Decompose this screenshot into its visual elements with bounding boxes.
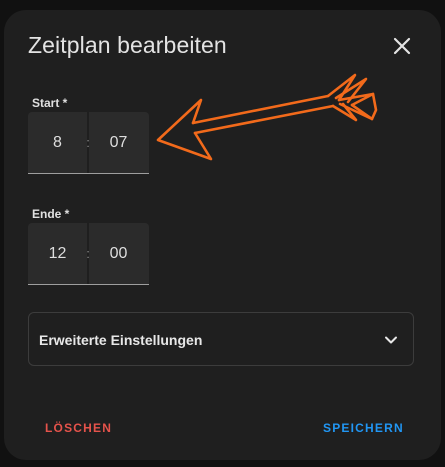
end-time-picker: 12 : 00 (28, 223, 149, 285)
advanced-settings-label: Erweiterte Einstellungen (39, 332, 203, 348)
end-time-label: Ende * (32, 207, 70, 221)
end-minute-input[interactable]: 00 (89, 223, 148, 284)
delete-button[interactable]: LÖSCHEN (45, 421, 112, 435)
start-minute-input[interactable]: 07 (89, 112, 148, 173)
end-hour-input[interactable]: 12 (28, 223, 87, 284)
chevron-down-icon (385, 336, 397, 344)
dialog-title: Zeitplan bearbeiten (28, 32, 227, 58)
save-button[interactable]: SPEICHERN (323, 421, 404, 435)
start-time-label: Start * (32, 96, 68, 110)
edit-schedule-dialog: Zeitplan bearbeiten Start * 8 : 07 Ende … (4, 10, 441, 460)
close-icon[interactable] (388, 32, 416, 60)
start-hour-input[interactable]: 8 (28, 112, 87, 173)
start-time-picker: 8 : 07 (28, 112, 149, 174)
advanced-settings-expander[interactable]: Erweiterte Einstellungen (28, 312, 414, 366)
